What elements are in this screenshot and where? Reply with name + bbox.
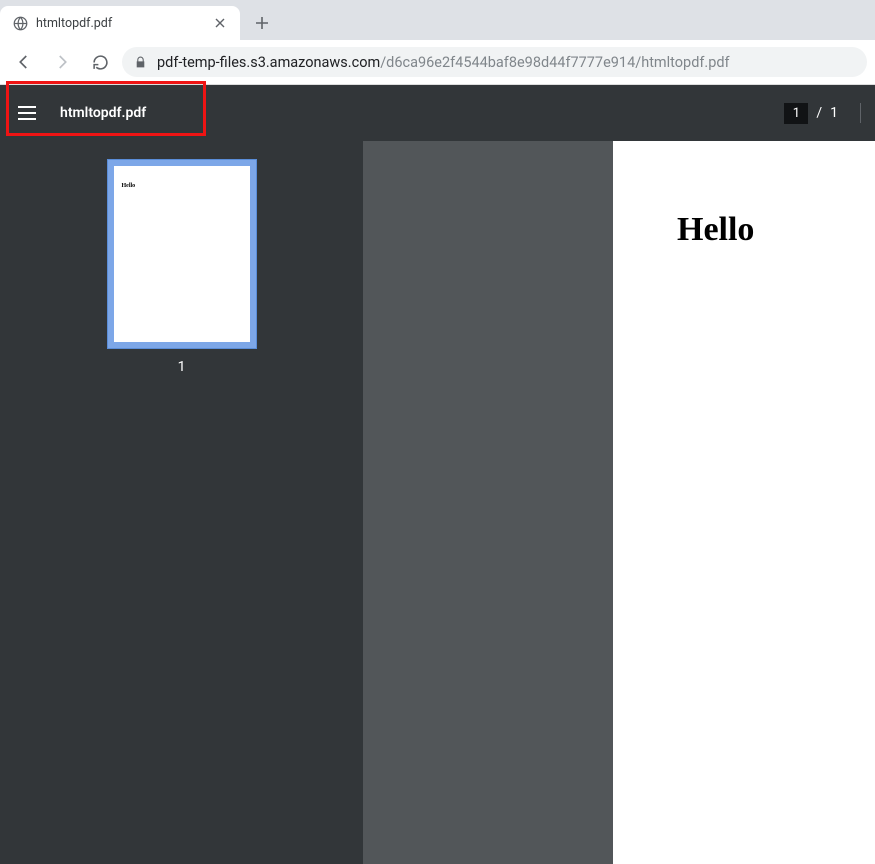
toolbar-divider <box>860 103 861 123</box>
tab-title: htmltopdf.pdf <box>36 16 204 31</box>
total-pages: 1 <box>830 105 838 121</box>
globe-icon <box>12 15 28 31</box>
document-page[interactable]: Hello <box>613 141 875 864</box>
close-icon[interactable] <box>212 15 228 31</box>
thumbnail-selected[interactable]: Hello <box>107 159 257 349</box>
lock-icon <box>134 56 147 69</box>
page-number-input[interactable]: 1 <box>784 103 808 124</box>
url-display: pdf-temp-files.s3.amazonaws.com/d6ca96e2… <box>157 54 730 71</box>
document-area: Hello <box>363 141 875 864</box>
pdf-body: Hello 1 Hello <box>0 141 875 864</box>
document-gutter <box>363 141 613 864</box>
thumbnail-panel: Hello 1 <box>0 141 363 864</box>
new-tab-button[interactable] <box>248 9 276 37</box>
address-bar-row: pdf-temp-files.s3.amazonaws.com/d6ca96e2… <box>0 40 875 84</box>
document-heading: Hello <box>677 211 875 249</box>
menu-icon[interactable] <box>14 102 40 124</box>
thumbnail-page: Hello <box>114 166 250 342</box>
reload-button[interactable] <box>84 46 116 78</box>
toolbar-right: 1 / 1 <box>784 103 861 124</box>
tab-strip: htmltopdf.pdf <box>0 0 875 40</box>
pdf-viewer: htmltopdf.pdf 1 / 1 Hello 1 Hello <box>0 85 875 864</box>
browser-tab[interactable]: htmltopdf.pdf <box>0 6 240 40</box>
back-button[interactable] <box>8 46 40 78</box>
thumbnail-label: 1 <box>178 359 186 375</box>
address-bar[interactable]: pdf-temp-files.s3.amazonaws.com/d6ca96e2… <box>122 47 867 77</box>
toolbar-left: htmltopdf.pdf <box>14 102 146 124</box>
pdf-toolbar: htmltopdf.pdf 1 / 1 <box>0 85 875 141</box>
browser-chrome: htmltopdf.pdf pdf-temp-files.s3.amazonaw… <box>0 0 875 85</box>
document-title: htmltopdf.pdf <box>60 105 146 121</box>
thumbnail-preview-text: Hello <box>122 183 136 189</box>
page-separator: / <box>816 105 822 121</box>
forward-button[interactable] <box>46 46 78 78</box>
